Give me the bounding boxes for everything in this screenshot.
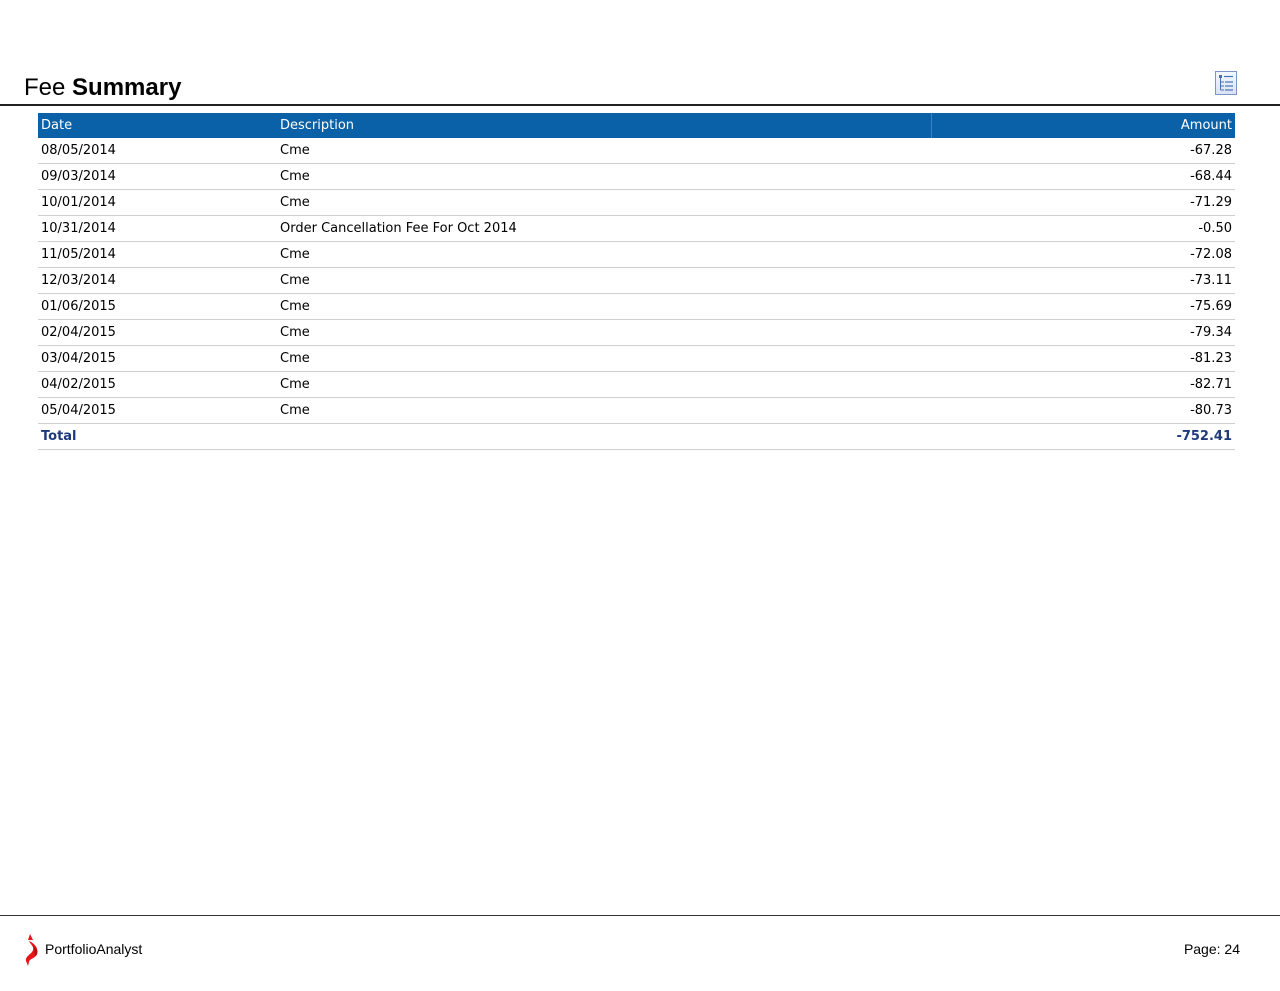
table-row: 12/03/2014 Cme -73.11 <box>38 267 1235 294</box>
cell-amount: -72.08 <box>931 241 1235 268</box>
cell-description: Cme <box>277 397 932 424</box>
cell-date: 10/01/2014 <box>38 189 277 216</box>
total-row: Total -752.41 <box>38 423 1235 450</box>
cell-description: Cme <box>277 371 932 398</box>
table-row: 10/01/2014 Cme -71.29 <box>38 189 1235 216</box>
cell-description: Cme <box>277 241 932 268</box>
cell-date: 10/31/2014 <box>38 215 277 242</box>
table-row: 09/03/2014 Cme -68.44 <box>38 163 1235 190</box>
page-title: Fee Summary <box>24 74 181 102</box>
cell-amount: -71.29 <box>931 189 1235 216</box>
cell-date: 05/04/2015 <box>38 397 277 424</box>
cell-description: Cme <box>277 138 932 164</box>
cell-amount: -0.50 <box>931 215 1235 242</box>
footer-brand: PortfolioAnalyst <box>45 941 143 957</box>
cell-amount: -80.73 <box>931 397 1235 424</box>
column-header-description[interactable]: Description <box>277 113 932 138</box>
title-bar: Fee Summary <box>0 60 1280 106</box>
cell-description: Order Cancellation Fee For Oct 2014 <box>277 215 932 242</box>
fee-summary-table: Date Description Amount 08/05/2014 Cme -67… <box>38 113 1235 450</box>
cell-amount: -82.71 <box>931 371 1235 398</box>
cell-date: 09/03/2014 <box>38 163 277 190</box>
table-row: 08/05/2014 Cme -67.28 <box>38 138 1235 164</box>
cell-amount: -67.28 <box>931 138 1235 164</box>
cell-date: 08/05/2014 <box>38 138 277 164</box>
total-amount: -752.41 <box>931 423 1235 450</box>
cell-amount: -75.69 <box>931 293 1235 320</box>
cell-description: Cme <box>277 345 932 372</box>
cell-date: 04/02/2015 <box>38 371 277 398</box>
cell-amount: -68.44 <box>931 163 1235 190</box>
cell-description: Cme <box>277 319 932 346</box>
table-body: 08/05/2014 Cme -67.28 09/03/2014 Cme -68.44 … <box>38 138 1235 450</box>
page-title-bold: Summary <box>72 74 182 101</box>
page-number: Page: 24 <box>1183 941 1240 957</box>
cell-description: Cme <box>277 267 932 294</box>
cell-date: 11/05/2014 <box>38 241 277 268</box>
table-row: 03/04/2015 Cme -81.23 <box>38 345 1235 372</box>
column-header-date[interactable]: Date <box>38 113 277 138</box>
cell-amount: -81.23 <box>931 345 1235 372</box>
cell-date: 02/04/2015 <box>38 319 277 346</box>
cell-description: Cme <box>277 163 932 190</box>
table-row: 02/04/2015 Cme -79.34 <box>38 319 1235 346</box>
portfolioanalyst-logo-icon <box>24 934 42 966</box>
cell-amount: -73.11 <box>931 267 1235 294</box>
table-row: 04/02/2015 Cme -82.71 <box>38 371 1235 398</box>
cell-description: Cme <box>277 293 932 320</box>
cell-date: 01/06/2015 <box>38 293 277 320</box>
total-spacer <box>277 423 932 450</box>
table-row: 10/31/2014 Order Cancellation Fee For Oct… <box>38 215 1235 242</box>
cell-amount: -79.34 <box>931 319 1235 346</box>
cell-date: 12/03/2014 <box>38 267 277 294</box>
table-row: 05/04/2015 Cme -80.73 <box>38 397 1235 424</box>
page-title-light: Fee <box>24 74 66 101</box>
table-header-row: Date Description Amount <box>38 113 1235 138</box>
page-footer: PortfolioAnalyst Page: 24 <box>0 915 1280 991</box>
cell-date: 03/04/2015 <box>38 345 277 372</box>
report-options-icon[interactable] <box>1215 71 1237 95</box>
cell-description: Cme <box>277 189 932 216</box>
column-header-amount[interactable]: Amount <box>931 113 1235 138</box>
table-row: 11/05/2014 Cme -72.08 <box>38 241 1235 268</box>
total-label: Total <box>38 423 277 450</box>
table-row: 01/06/2015 Cme -75.69 <box>38 293 1235 320</box>
